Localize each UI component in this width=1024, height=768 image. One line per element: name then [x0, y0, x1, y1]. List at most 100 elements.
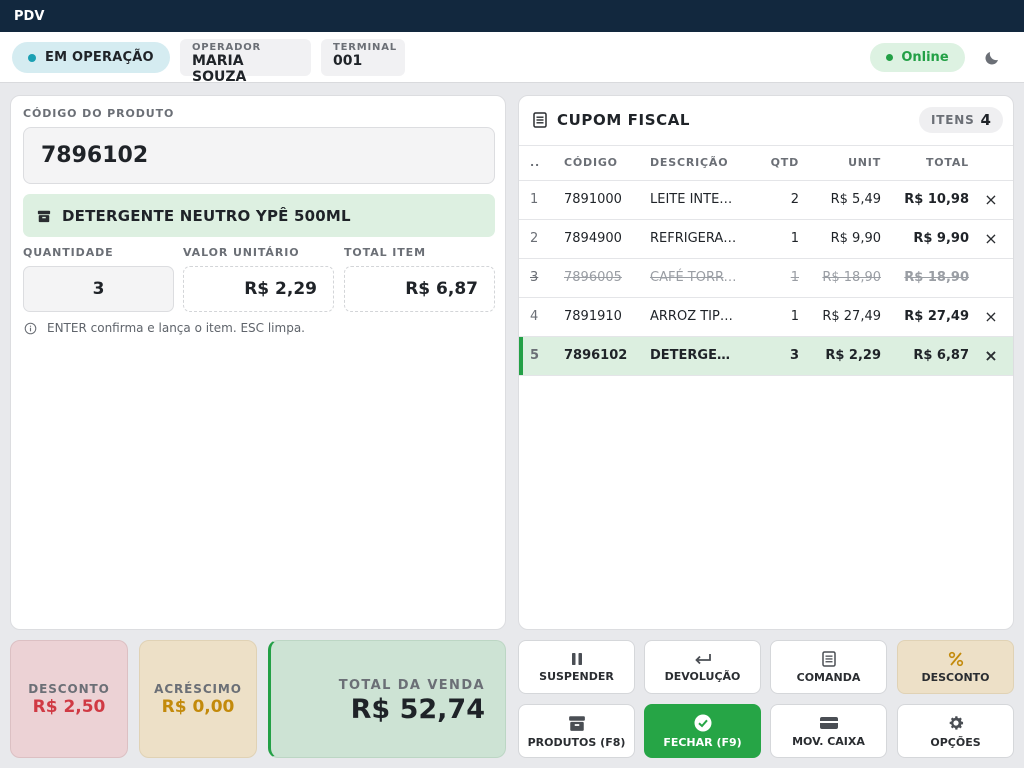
row-code: 7894900: [553, 219, 639, 259]
operator-label: OPERADOR: [192, 42, 262, 53]
row-unit-price: R$ 9,90: [799, 219, 881, 259]
row-description: ARROZ TIPO 1: [639, 297, 739, 337]
remove-item-button[interactable]: ×: [984, 346, 997, 365]
row-quantity: 1: [739, 258, 799, 298]
row-unit-price: R$ 2,29: [799, 336, 881, 376]
surcharge-total-label: ACRÉSCIMO: [154, 681, 242, 696]
row-total: R$ 9,90: [881, 219, 969, 259]
sale-total-label: TOTAL DA VENDA: [338, 677, 485, 693]
row-total: R$ 27,49: [881, 297, 969, 337]
row-description: DETERGENTE NEUTRO: [639, 336, 739, 376]
row-index: 1: [519, 180, 553, 220]
items-count-value: 4: [980, 111, 991, 129]
quantity-value: 3: [92, 279, 105, 299]
hint-text: ENTER confirma e lança o item. ESC limpa…: [47, 321, 305, 335]
product-name-display: DETERGENTE NEUTRO YPÊ 500ML: [23, 194, 495, 237]
return-button[interactable]: DEVOLUÇÃO: [644, 640, 761, 694]
items-count-label: ITENS: [931, 113, 975, 127]
discount-button[interactable]: DESCONTO: [897, 640, 1014, 694]
remove-item-button[interactable]: ×: [984, 229, 997, 248]
return-label: DEVOLUÇÃO: [664, 669, 741, 683]
row-description: CAFÉ TORRADO: [639, 258, 739, 298]
archive-box-icon: [37, 210, 51, 222]
table-row-cancelled[interactable]: 3 7896005 CAFÉ TORRADO 1 R$ 18,90 R$ 18,…: [519, 258, 1013, 298]
row-index: 5: [519, 336, 553, 376]
sale-total-tile: TOTAL DA VENDA R$ 52,74: [268, 640, 506, 758]
row-code: 7891910: [553, 297, 639, 337]
row-code: 7896005: [553, 258, 639, 298]
operator-info: OPERADOR MARIA SOUZA: [180, 39, 311, 85]
app-titlebar: PDV: [0, 0, 1024, 32]
row-total: R$ 6,87: [881, 336, 969, 376]
row-quantity: 3: [739, 336, 799, 376]
col-header-unit: UNIT: [799, 146, 881, 181]
order-label: COMANDA: [796, 670, 861, 684]
product-code-label: CÓDIGO DO PRODUTO: [23, 107, 175, 120]
row-index: 3: [519, 258, 553, 298]
terminal-label: TERMINAL: [333, 42, 397, 53]
row-quantity: 1: [739, 297, 799, 337]
row-description: LEITE INTEGRAL: [639, 180, 739, 220]
options-button[interactable]: OPÇÕES: [897, 704, 1014, 758]
terminal-number: 001: [333, 53, 363, 69]
discount-total-label: DESCONTO: [28, 681, 110, 696]
table-row-selected[interactable]: 5 7896102 DETERGENTE NEUTRO 3 R$ 2,29 R$…: [519, 336, 1013, 376]
receipt-items-table: .. CÓDIGO DESCRIÇÃO QTD UNIT TOTAL 1 789…: [519, 146, 1013, 376]
table-row[interactable]: 1 7891000 LEITE INTEGRAL 2 R$ 5,49 R$ 10…: [519, 180, 1013, 220]
info-icon: [24, 322, 37, 334]
suspend-label: SUSPENDER: [539, 669, 614, 683]
row-quantity: 2: [739, 180, 799, 220]
discount-total-tile: DESCONTO R$ 2,50: [10, 640, 128, 758]
theme-toggle-button[interactable]: [980, 46, 1004, 70]
fiscal-receipt-panel: CUPOM FISCAL ITENS 4 .. CÓDIGO DESCRIÇÃO…: [518, 95, 1014, 630]
remove-item-button[interactable]: ×: [984, 190, 997, 209]
order-list-icon: [821, 650, 836, 667]
app-title: PDV: [14, 8, 45, 24]
online-dot-icon: [886, 54, 894, 61]
connection-status-badge: Online: [870, 43, 965, 72]
row-index: 2: [519, 219, 553, 259]
table-row[interactable]: 4 7891910 ARROZ TIPO 1 1 R$ 27,49 R$ 27,…: [519, 297, 1013, 337]
options-label: OPÇÕES: [930, 735, 981, 749]
sale-total-value: R$ 52,74: [350, 693, 485, 725]
row-unit-price: R$ 18,90: [799, 258, 881, 298]
terminal-info: TERMINAL 001: [321, 39, 405, 76]
suspend-button[interactable]: SUSPENDER: [518, 640, 635, 694]
products-button[interactable]: PRODUTOS (F8): [518, 704, 635, 758]
row-index: 4: [519, 297, 553, 337]
row-unit-price: R$ 5,49: [799, 180, 881, 220]
cash-movement-label: MOV. CAIXA: [792, 734, 865, 748]
unit-price-display: R$ 2,29: [183, 266, 334, 312]
keyboard-hint: ENTER confirma e lança o item. ESC limpa…: [24, 321, 305, 335]
operator-name: MARIA SOUZA: [192, 53, 247, 85]
products-label: PRODUTOS (F8): [527, 735, 626, 749]
product-name: DETERGENTE NEUTRO YPÊ 500ML: [62, 206, 351, 225]
items-count-badge: ITENS 4: [919, 107, 1003, 133]
row-quantity: 1: [739, 219, 799, 259]
surcharge-total-value: R$ 0,00: [161, 696, 235, 717]
row-total: R$ 10,98: [881, 180, 969, 220]
cash-movement-button[interactable]: MOV. CAIXA: [770, 704, 887, 758]
gear-icon: [949, 715, 963, 730]
connection-status-text: Online: [901, 50, 949, 65]
quantity-input[interactable]: 3: [23, 266, 174, 312]
row-code: 7891000: [553, 180, 639, 220]
col-header-index: ..: [519, 146, 553, 181]
close-sale-label: FECHAR (F9): [663, 735, 742, 749]
order-button[interactable]: COMANDA: [770, 640, 887, 694]
close-sale-button[interactable]: FECHAR (F9): [644, 704, 761, 758]
status-dot-icon: [28, 53, 36, 62]
unit-price-label: VALOR UNITÁRIO: [183, 246, 300, 259]
operation-status-badge: EM OPERAÇÃO: [12, 42, 170, 73]
row-description: REFRIGERANTE: [639, 219, 739, 259]
archive-box-icon: [568, 715, 585, 731]
table-row[interactable]: 2 7894900 REFRIGERANTE 1 R$ 9,90 R$ 9,90…: [519, 219, 1013, 259]
col-header-description: DESCRIÇÃO: [639, 146, 739, 181]
remove-item-button[interactable]: ×: [984, 307, 997, 326]
product-entry-panel: CÓDIGO DO PRODUTO DETERGENTE NEUTRO YPÊ …: [10, 95, 506, 630]
row-unit-price: R$ 27,49: [799, 297, 881, 337]
receipt-header: CUPOM FISCAL ITENS 4: [519, 96, 1013, 146]
item-total-display: R$ 6,87: [344, 266, 495, 312]
product-code-input[interactable]: [23, 127, 495, 184]
discount-label: DESCONTO: [921, 670, 990, 684]
